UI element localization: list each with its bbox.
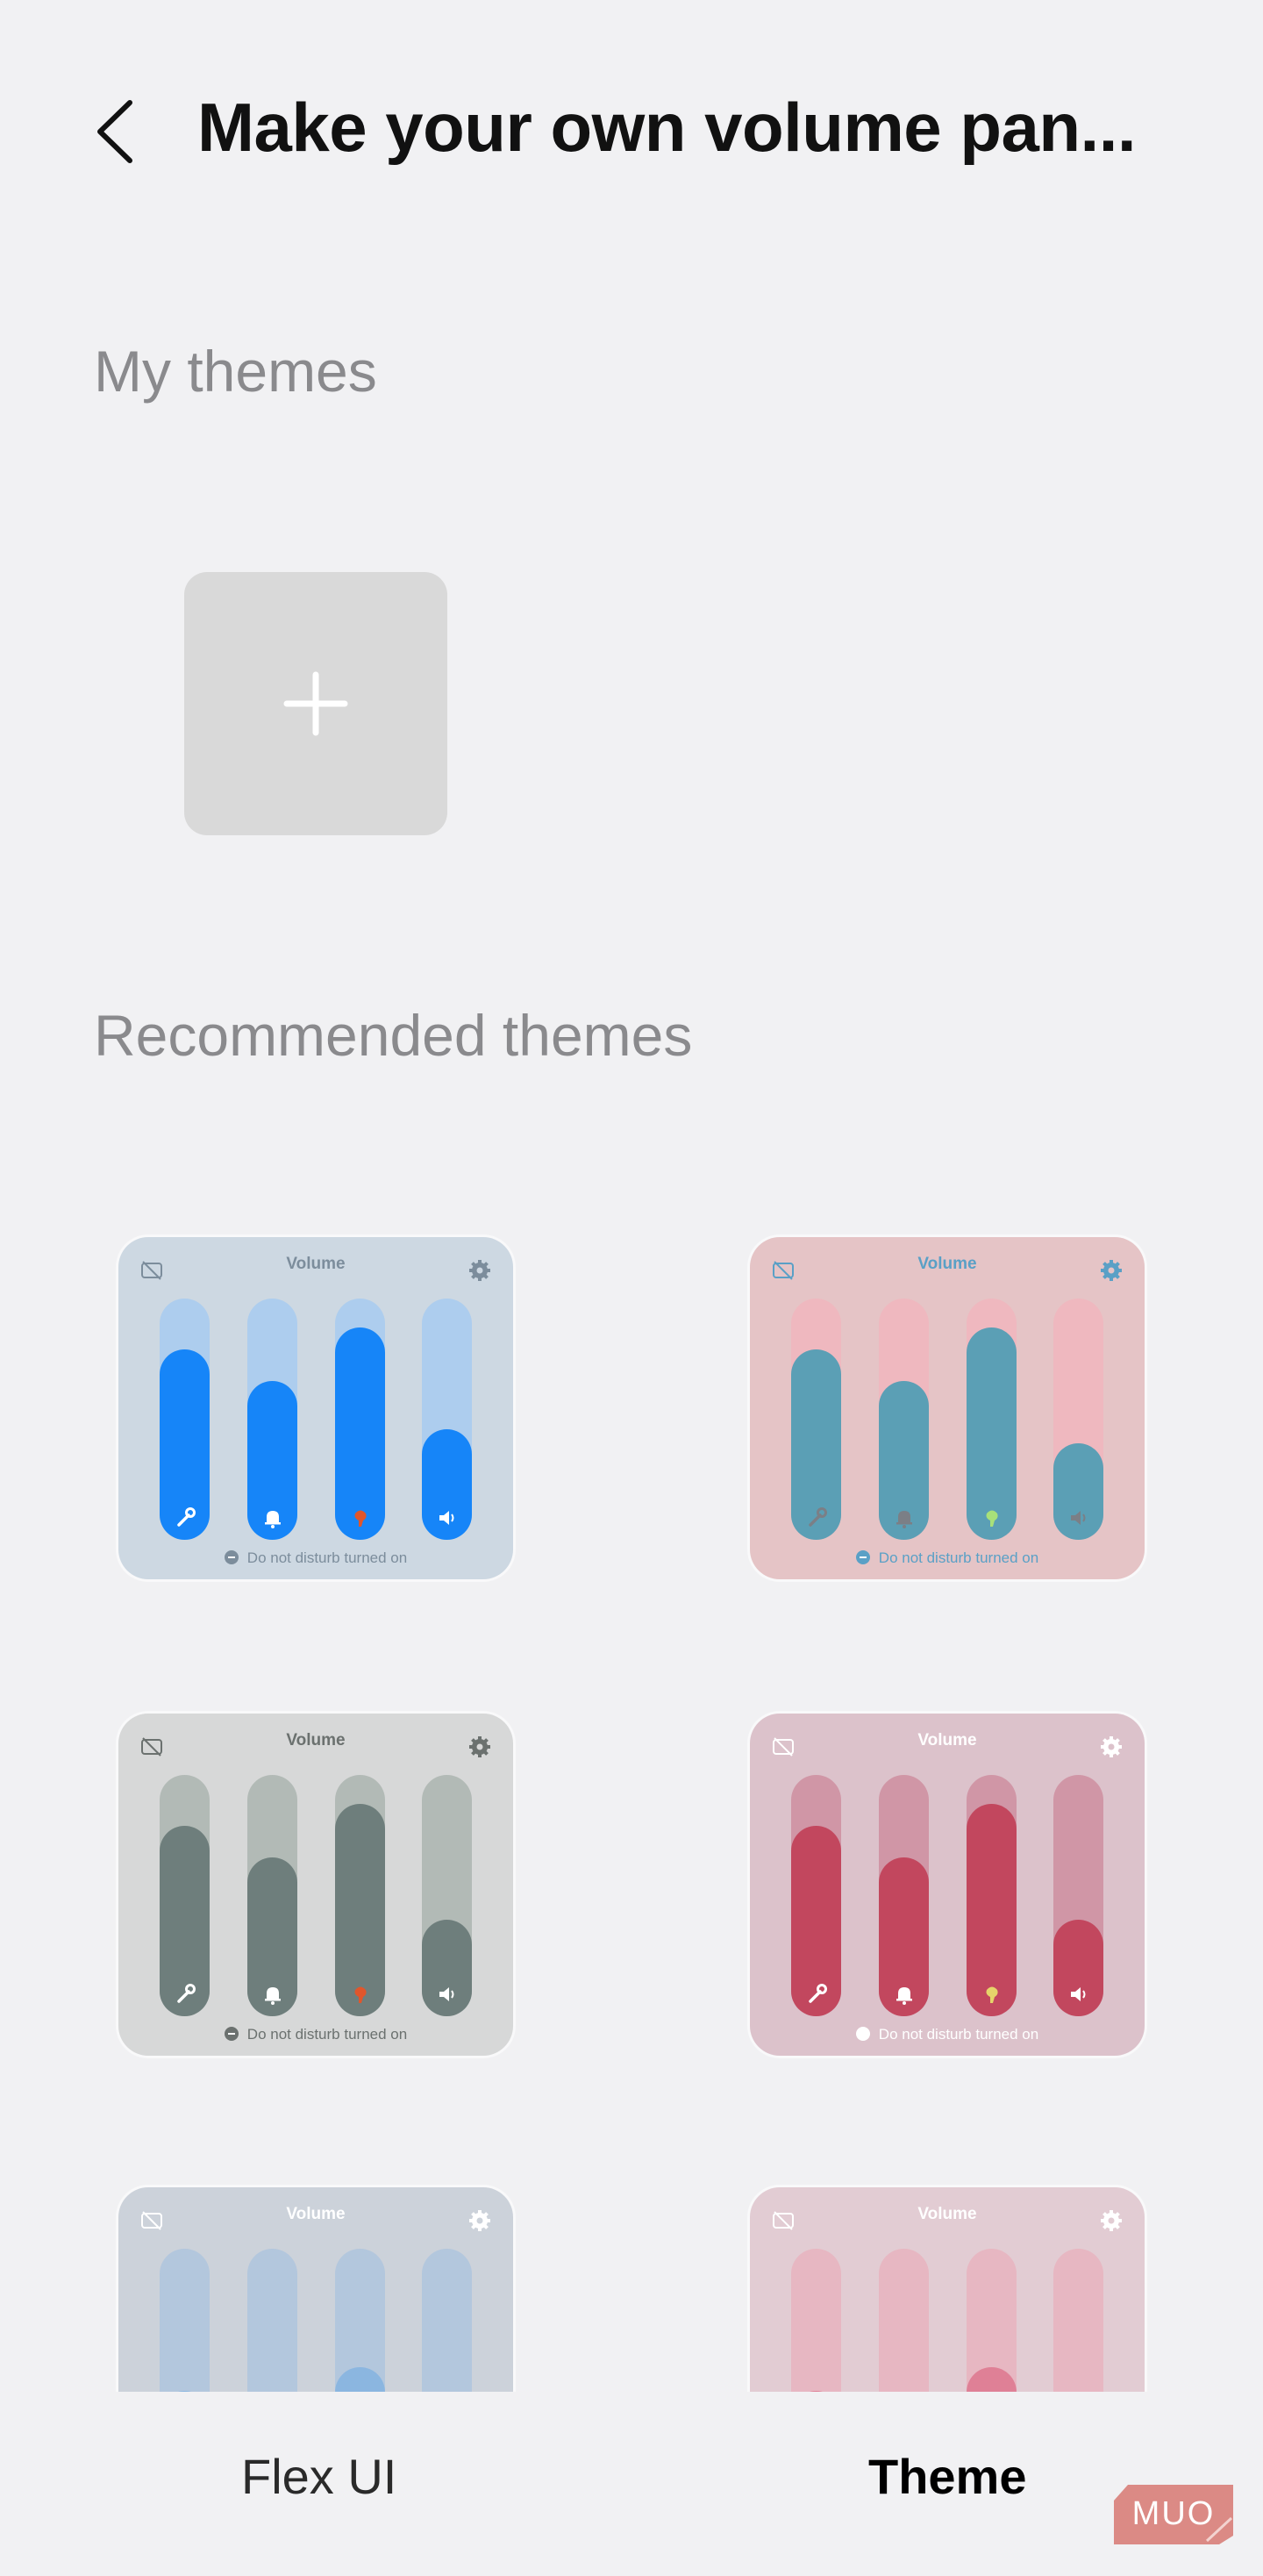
volume-slider[interactable]: [335, 1775, 385, 2016]
volume-slider[interactable]: [335, 1299, 385, 1540]
settings-gear-icon: [1101, 2210, 1122, 2231]
dnd-text: Do not disturb turned on: [246, 1549, 408, 1566]
theme-card[interactable]: Volume Do not disturb turned on: [750, 1714, 1145, 2056]
dnd-icon: [224, 2027, 239, 2041]
volume-slider[interactable]: [160, 1299, 210, 1540]
dnd-status: Do not disturb turned on: [750, 1549, 1145, 1567]
tab-flex-ui[interactable]: Flex UI: [241, 2448, 396, 2505]
settings-gear-icon: [1101, 1736, 1122, 1757]
speaker-icon: [439, 1511, 453, 1525]
volume-slider[interactable]: [247, 1775, 297, 2016]
dnd-icon: [855, 2027, 870, 2041]
speaker-icon: [1070, 1987, 1085, 2001]
bell-icon: [896, 1987, 912, 2005]
volume-label: Volume: [286, 1731, 346, 1750]
volume-slider[interactable]: [160, 1775, 210, 2016]
bixby-icon: [354, 1510, 367, 1527]
page-title: Make your own volume pan...: [197, 89, 1137, 166]
watermark-text: MUO: [1131, 2495, 1216, 2532]
dnd-text: Do not disturb turned on: [878, 1549, 1039, 1566]
tab-theme[interactable]: Theme: [868, 2448, 1027, 2505]
wrench-icon: [176, 1984, 196, 2003]
dnd-status: Do not disturb turned on: [118, 1549, 513, 1567]
volume-slider[interactable]: [967, 1299, 1017, 1540]
volume-slider[interactable]: [879, 1775, 929, 2016]
volume-slider[interactable]: [247, 1299, 297, 1540]
wrench-icon: [176, 1507, 196, 1527]
bixby-icon: [354, 1986, 367, 2003]
volume-slider[interactable]: [791, 1775, 841, 2016]
app-header: Make your own volume pan...: [0, 0, 1263, 263]
dnd-text: Do not disturb turned on: [246, 2026, 408, 2043]
volume-slider[interactable]: [422, 1775, 472, 2016]
theme-card[interactable]: Volume Do not disturb turned on: [750, 1237, 1145, 1579]
volume-label: Volume: [286, 2205, 346, 2223]
recommended-themes-heading: Recommended themes: [94, 1003, 693, 1068]
bixby-icon: [986, 1986, 998, 2003]
volume-label: Volume: [917, 1255, 977, 1273]
add-theme-button[interactable]: [184, 572, 447, 835]
settings-gear-icon: [469, 1736, 490, 1757]
speaker-icon: [439, 1987, 453, 2001]
dnd-status: Do not disturb turned on: [750, 2026, 1145, 2043]
dnd-icon: [855, 1550, 870, 1564]
theme-card[interactable]: Volume Do not disturb turned on: [118, 1714, 513, 2056]
dnd-icon: [224, 1550, 239, 1564]
bixby-icon: [986, 1510, 998, 1527]
wrench-icon: [808, 1507, 827, 1527]
settings-gear-icon: [469, 1260, 490, 1281]
settings-gear-icon: [1101, 1260, 1122, 1281]
volume-label: Volume: [286, 1255, 346, 1273]
wrench-icon: [808, 1984, 827, 2003]
dnd-status: Do not disturb turned on: [118, 2026, 513, 2043]
back-button[interactable]: [88, 92, 149, 171]
volume-slider[interactable]: [879, 1299, 929, 1540]
volume-slider[interactable]: [422, 1299, 472, 1540]
bottom-navigation: [0, 2392, 1263, 2576]
muo-watermark-logo: MUO: [1112, 2483, 1235, 2546]
settings-gear-icon: [469, 2210, 490, 2231]
volume-slider[interactable]: [791, 1299, 841, 1540]
speaker-icon: [1070, 1511, 1085, 1525]
theme-card[interactable]: Volume Do not disturb turned on: [118, 1237, 513, 1579]
bell-icon: [264, 1987, 281, 2005]
volume-slider[interactable]: [1053, 1299, 1103, 1540]
dnd-text: Do not disturb turned on: [878, 2026, 1039, 2043]
bell-icon: [264, 1511, 281, 1528]
my-themes-heading: My themes: [94, 339, 377, 404]
plus-icon: [283, 671, 348, 736]
bell-icon: [896, 1511, 912, 1528]
chevron-left-icon: [97, 100, 132, 163]
volume-label: Volume: [917, 2205, 977, 2223]
volume-slider[interactable]: [967, 1775, 1017, 2016]
volume-label: Volume: [917, 1731, 977, 1750]
volume-slider[interactable]: [1053, 1775, 1103, 2016]
